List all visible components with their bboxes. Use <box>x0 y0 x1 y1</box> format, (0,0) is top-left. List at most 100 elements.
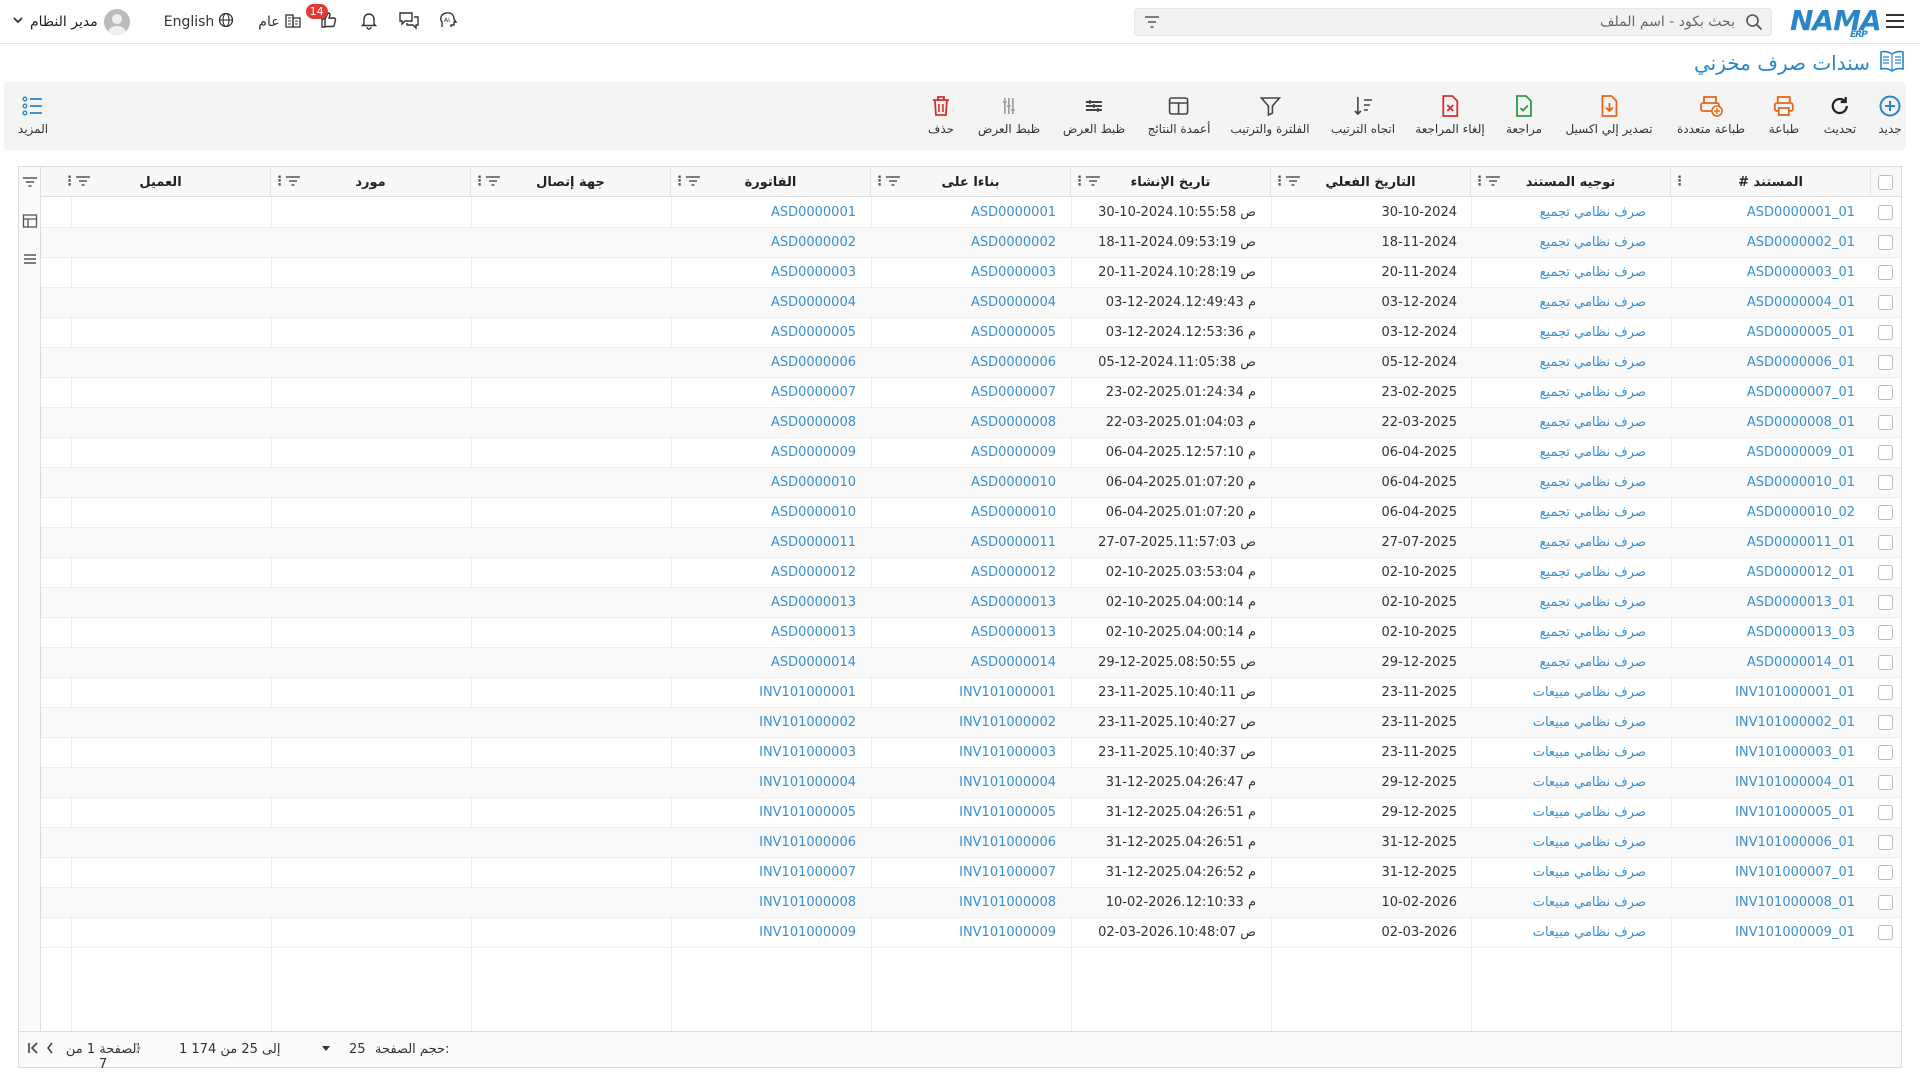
cell-based-on[interactable]: ASD0000010 <box>971 475 1056 490</box>
cell-based-on[interactable]: ASD0000007 <box>971 385 1056 400</box>
table-row[interactable]: ASD0000005_01 صرف نظامي تجميع 03-12-2024 03… <box>41 318 1901 348</box>
cell-based-on[interactable]: INV101000004 <box>959 775 1056 790</box>
search-input[interactable]: بحث بكود - اسم الملف <box>1134 8 1772 36</box>
column-menu-icon[interactable]: ⋮ <box>1473 174 1486 189</box>
row-checkbox[interactable] <box>1878 295 1893 310</box>
cell-invoice[interactable]: ASD0000014 <box>771 655 856 670</box>
cell-direction[interactable]: صرف نظامي تجميع <box>1540 445 1646 460</box>
row-checkbox[interactable] <box>1878 355 1893 370</box>
row-checkbox[interactable] <box>1878 235 1893 250</box>
cell-invoice[interactable]: ASD0000010 <box>771 505 856 520</box>
first-page-icon[interactable] <box>27 1042 39 1058</box>
table-row[interactable]: INV101000001_01 صرف نظامي مبيعات 23-11-202… <box>41 678 1901 708</box>
filter-icon[interactable] <box>1143 14 1161 34</box>
column-menu-icon[interactable]: ⋮ <box>1073 174 1086 189</box>
select-all-checkbox[interactable] <box>1878 175 1893 190</box>
cell-direction[interactable]: صرف نظامي تجميع <box>1540 385 1646 400</box>
cancel-review-button[interactable]: إلغاء المراجعة <box>1415 94 1485 136</box>
column-menu-icon[interactable]: ⋮ <box>673 174 686 189</box>
column-menu-icon[interactable]: ⋮ <box>273 174 286 189</box>
table-row[interactable]: INV101000005_01 صرف نظامي مبيعات 29-12-202… <box>41 798 1901 828</box>
row-checkbox[interactable] <box>1878 655 1893 670</box>
header-invoice[interactable]: الفاتورة ⋮ <box>671 167 871 197</box>
cell-direction[interactable]: صرف نظامي مبيعات <box>1533 805 1646 820</box>
table-row[interactable]: INV101000007_01 صرف نظامي مبيعات 31-12-202… <box>41 858 1901 888</box>
column-filter-icon[interactable] <box>285 175 301 191</box>
cell-direction[interactable]: صرف نظامي مبيعات <box>1533 775 1646 790</box>
table-row[interactable]: ASD0000008_01 صرف نظامي تجميع 22-03-2025 22… <box>41 408 1901 438</box>
cell-direction[interactable]: صرف نظامي مبيعات <box>1533 745 1646 760</box>
cell-invoice[interactable]: ASD0000006 <box>771 355 856 370</box>
export-excel-button[interactable]: تصدير إلي اكسيل <box>1565 94 1653 136</box>
header-doc[interactable]: # المستند ⋮ <box>1671 167 1871 197</box>
cell-direction[interactable]: صرف نظامي مبيعات <box>1533 835 1646 850</box>
cell-invoice[interactable]: ASD0000007 <box>771 385 856 400</box>
print-button[interactable]: طباعة <box>1769 94 1799 136</box>
row-checkbox[interactable] <box>1878 385 1893 400</box>
cell-doc[interactable]: ASD0000012_01 <box>1747 565 1855 580</box>
row-checkbox[interactable] <box>1878 325 1893 340</box>
row-checkbox[interactable] <box>1878 505 1893 520</box>
display-setting-button-1[interactable]: ظبط العرض <box>1063 94 1125 136</box>
table-row[interactable]: ASD0000013_03 صرف نظامي تجميع 02-10-2025 02… <box>41 618 1901 648</box>
table-row[interactable]: ASD0000012_01 صرف نظامي تجميع 02-10-2025 02… <box>41 558 1901 588</box>
cell-doc[interactable]: ASD0000009_01 <box>1747 445 1855 460</box>
column-menu-icon[interactable]: ⋮ <box>873 174 886 189</box>
cell-direction[interactable]: صرف نظامي تجميع <box>1540 355 1646 370</box>
cell-doc[interactable]: INV101000005_01 <box>1735 805 1855 820</box>
cell-based-on[interactable]: ASD0000011 <box>971 535 1056 550</box>
column-filter-icon[interactable] <box>485 175 501 191</box>
cell-invoice[interactable]: ASD0000012 <box>771 565 856 580</box>
cell-invoice[interactable]: INV101000009 <box>759 925 856 940</box>
cell-based-on[interactable]: ASD0000006 <box>971 355 1056 370</box>
column-filter-icon[interactable] <box>685 175 701 191</box>
panel-list-icon[interactable] <box>22 251 38 271</box>
cell-doc[interactable]: ASD0000006_01 <box>1747 355 1855 370</box>
row-checkbox[interactable] <box>1878 715 1893 730</box>
cell-based-on[interactable]: ASD0000004 <box>971 295 1056 310</box>
cell-doc[interactable]: INV101000006_01 <box>1735 835 1855 850</box>
cell-direction[interactable]: صرف نظامي تجميع <box>1540 535 1646 550</box>
column-filter-icon[interactable] <box>1285 175 1301 191</box>
cell-based-on[interactable]: ASD0000005 <box>971 325 1056 340</box>
table-row[interactable]: ASD0000014_01 صرف نظامي تجميع 29-12-2025 29… <box>41 648 1901 678</box>
column-menu-icon[interactable]: ⋮ <box>1273 174 1286 189</box>
cell-doc[interactable]: ASD0000001_01 <box>1747 205 1855 220</box>
cell-invoice[interactable]: ASD0000009 <box>771 445 856 460</box>
cell-direction[interactable]: صرف نظامي تجميع <box>1540 235 1646 250</box>
table-row[interactable]: ASD0000004_01 صرف نظامي تجميع 03-12-2024 03… <box>41 288 1901 318</box>
cell-doc[interactable]: ASD0000007_01 <box>1747 385 1855 400</box>
table-row[interactable]: ASD0000007_01 صرف نظامي تجميع 23-02-2025 23… <box>41 378 1901 408</box>
cell-doc[interactable]: INV101000007_01 <box>1735 865 1855 880</box>
cell-doc[interactable]: ASD0000010_02 <box>1747 505 1855 520</box>
cell-invoice[interactable]: ASD0000004 <box>771 295 856 310</box>
cell-based-on[interactable]: ASD0000003 <box>971 265 1056 280</box>
row-checkbox[interactable] <box>1878 805 1893 820</box>
org-switcher[interactable]: عام <box>258 11 301 33</box>
row-checkbox[interactable] <box>1878 445 1893 460</box>
row-checkbox[interactable] <box>1878 205 1893 220</box>
table-row[interactable]: ASD0000003_01 صرف نظامي تجميع 20-11-2024 20… <box>41 258 1901 288</box>
row-checkbox[interactable] <box>1878 865 1893 880</box>
row-checkbox[interactable] <box>1878 565 1893 580</box>
cell-doc[interactable]: ASD0000005_01 <box>1747 325 1855 340</box>
cell-invoice[interactable]: ASD0000008 <box>771 415 856 430</box>
header-contact[interactable]: جهة إتصال ⋮ <box>471 167 671 197</box>
cell-doc[interactable]: ASD0000011_01 <box>1747 535 1855 550</box>
cell-direction[interactable]: صرف نظامي تجميع <box>1540 475 1646 490</box>
cell-invoice[interactable]: INV101000007 <box>759 865 856 880</box>
table-row[interactable]: ASD0000001_01 صرف نظامي تجميع 30-10-2024 30… <box>41 198 1901 228</box>
header-created[interactable]: تاريخ الإنشاء ⋮ <box>1071 167 1271 197</box>
column-menu-icon[interactable]: ⋮ <box>63 174 76 189</box>
table-row[interactable]: ASD0000002_01 صرف نظامي تجميع 18-11-2024 18… <box>41 228 1901 258</box>
header-supplier[interactable]: مورد ⋮ <box>271 167 471 197</box>
row-checkbox[interactable] <box>1878 625 1893 640</box>
cell-direction[interactable]: صرف نظامي مبيعات <box>1533 715 1646 730</box>
cell-direction[interactable]: صرف نظامي تجميع <box>1540 265 1646 280</box>
row-checkbox[interactable] <box>1878 745 1893 760</box>
header-based-on[interactable]: بناءا على ⋮ <box>871 167 1071 197</box>
table-row[interactable]: ASD0000011_01 صرف نظامي تجميع 27-07-2025 27… <box>41 528 1901 558</box>
column-filter-icon[interactable] <box>1485 175 1501 191</box>
cell-direction[interactable]: صرف نظامي مبيعات <box>1533 865 1646 880</box>
messages-button[interactable] <box>396 9 422 35</box>
